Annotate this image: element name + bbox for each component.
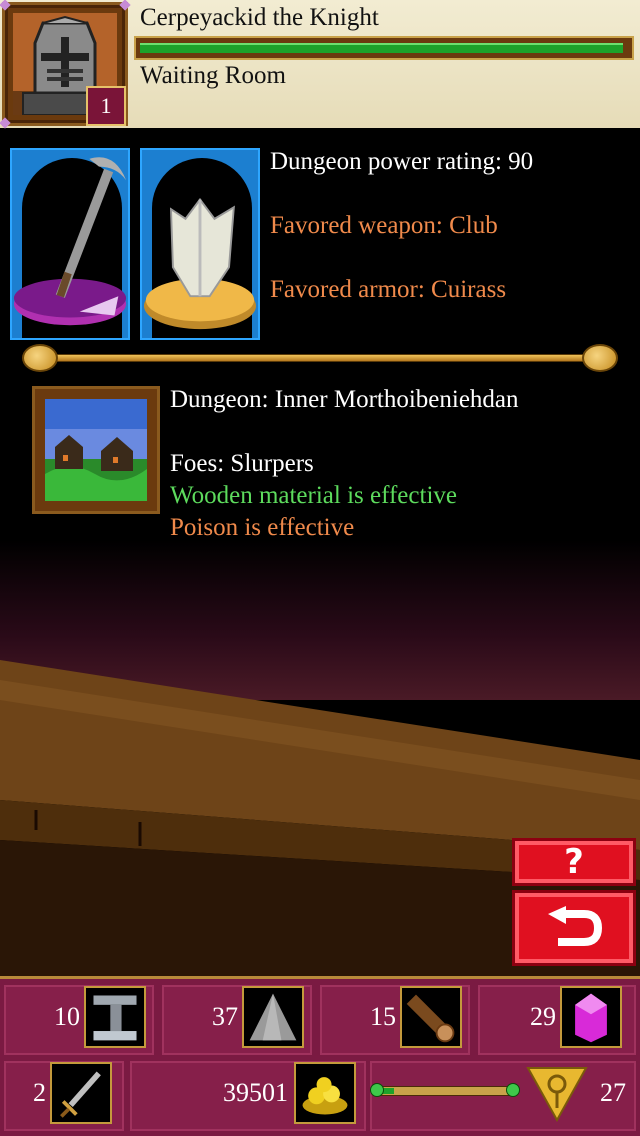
experience-bar [370, 1078, 520, 1106]
iron-count: 10 [54, 1002, 80, 1031]
gold-coins-icon [294, 1062, 356, 1124]
rank-emblem-icon [526, 1062, 588, 1124]
rank-value: 27 [600, 1078, 626, 1107]
return-arrow-icon [548, 906, 603, 946]
sword-count: 2 [33, 1078, 46, 1107]
hero-name: Cerpeyackid the Knight [140, 4, 379, 31]
frame-corner-gem [0, 0, 11, 11]
crystal-count: 29 [530, 1002, 556, 1031]
wood-log-icon [400, 986, 462, 1048]
frame-corner-gem [119, 0, 131, 11]
ornate-divider [22, 344, 618, 374]
health-bar-fill [140, 43, 624, 53]
favored-weapon: Favored weapon: Club [270, 212, 498, 239]
help-button[interactable]: ? [512, 838, 636, 886]
hero-level-badge: 1 [86, 86, 126, 126]
favored-armor: Favored armor: Cuirass [270, 276, 507, 303]
stone-pile-icon [242, 986, 304, 1048]
cuirass-icon [143, 197, 257, 330]
gold-count: 39501 [223, 1078, 288, 1107]
location-name: Waiting Room [140, 62, 286, 89]
divider-gem-icon [582, 344, 618, 372]
health-bar [134, 36, 634, 60]
iron-beam-icon [84, 986, 146, 1048]
armor-slot[interactable] [140, 148, 260, 340]
scythe-icon [13, 157, 127, 326]
dungeon-power-rating: Dungeon power rating: 90 [270, 148, 534, 175]
frame-corner-gem [0, 117, 11, 129]
back-button[interactable] [512, 890, 636, 966]
divider-gem-icon [22, 344, 58, 372]
stone-count: 37 [212, 1002, 238, 1031]
village-landscape-icon [45, 399, 147, 501]
effective-material: Wooden material is effective [170, 482, 457, 509]
wood-count: 15 [370, 1002, 396, 1031]
dungeon-thumbnail[interactable] [32, 386, 160, 514]
crystal-icon [560, 986, 622, 1048]
effective-element: Poison is effective [170, 514, 355, 541]
sword-icon [50, 1062, 112, 1124]
dungeon-foes: Foes: Slurpers [170, 450, 314, 477]
hero-header: 1 Cerpeyackid the Knight Waiting Room [0, 0, 640, 129]
weapon-slot[interactable] [10, 148, 130, 340]
dungeon-name: Dungeon: Inner Morthoibeniehdan [170, 386, 519, 413]
